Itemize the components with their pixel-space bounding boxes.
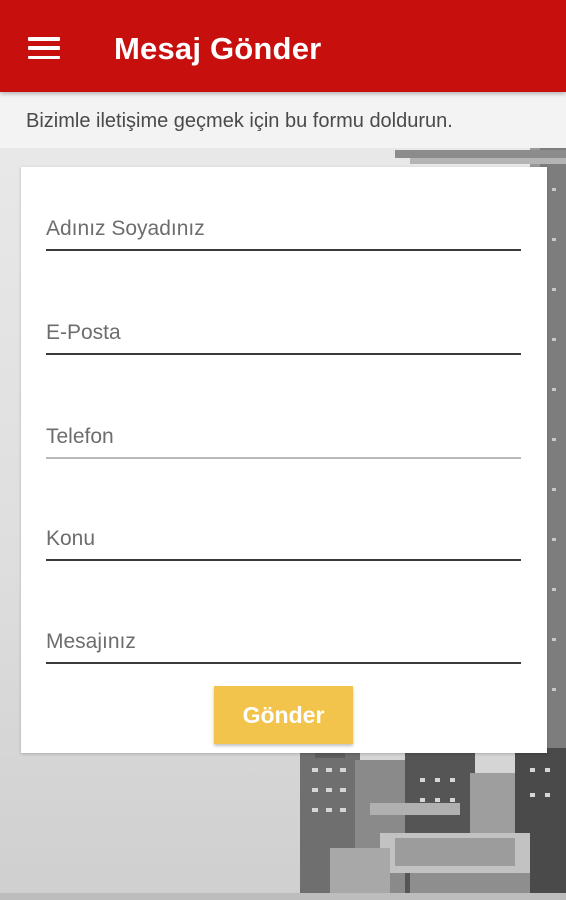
form-instructions: Bizimle iletişime geçmek için bu formu d… [0, 92, 566, 148]
phone-field-container [46, 399, 521, 459]
subject-field-container [46, 501, 521, 561]
contact-screen: Mesaj Gönder Bizimle iletişime geçmek iç… [0, 0, 566, 900]
page-title: Mesaj Gönder [114, 31, 322, 66]
name-field[interactable] [46, 217, 521, 241]
subject-field[interactable] [46, 527, 521, 551]
email-field-container [46, 295, 521, 355]
message-field[interactable] [46, 630, 521, 654]
app-bar: Mesaj Gönder [0, 0, 566, 92]
contact-form-card: Gönder [21, 167, 547, 753]
menu-button[interactable] [18, 24, 70, 72]
email-field[interactable] [46, 321, 521, 345]
phone-field[interactable] [46, 425, 521, 449]
message-field-container [46, 604, 521, 664]
name-field-container [46, 191, 521, 251]
send-button[interactable]: Gönder [214, 686, 353, 744]
menu-icon [28, 37, 60, 59]
